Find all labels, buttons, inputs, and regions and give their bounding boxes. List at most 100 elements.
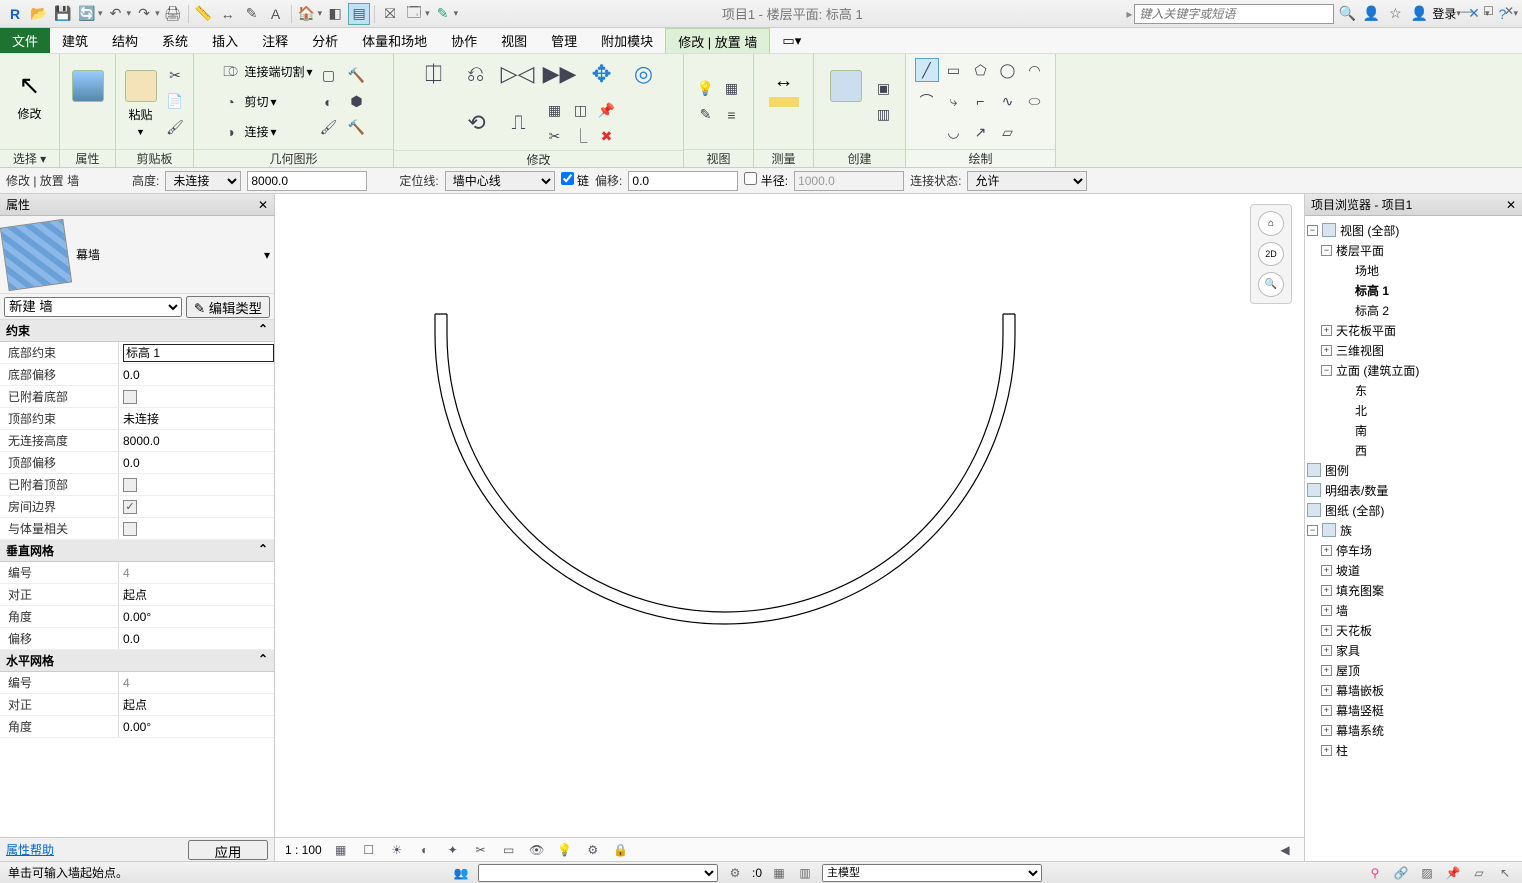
properties-button[interactable] bbox=[66, 66, 109, 138]
tree-fam-6[interactable]: +屋顶 bbox=[1307, 660, 1520, 680]
tree-level2[interactable]: 标高 2 bbox=[1307, 300, 1520, 320]
delete-icon[interactable]: ✖ bbox=[595, 124, 619, 148]
scale-icon[interactable]: ◫ bbox=[569, 98, 593, 122]
maximize-button[interactable]: ☐ bbox=[1483, 4, 1494, 18]
status-filter-icon[interactable]: ⚲ bbox=[1366, 864, 1384, 882]
draw-spline-icon[interactable]: ∿ bbox=[996, 89, 1020, 113]
mirror-draw-icon[interactable]: ▶▶ bbox=[542, 56, 578, 92]
tab-file[interactable]: 文件 bbox=[0, 28, 50, 53]
locline-select[interactable]: 墙中心线 bbox=[445, 171, 555, 191]
status-select-pinned-icon[interactable]: 📌 bbox=[1444, 864, 1462, 882]
prop-top-constraint-value[interactable]: 未连接 bbox=[118, 408, 274, 429]
open-icon[interactable]: 📂 bbox=[28, 3, 50, 25]
prop-hgrid-justify-value[interactable]: 起点 bbox=[118, 694, 274, 715]
signin-icon[interactable]: 👤 bbox=[1408, 3, 1430, 25]
prop-vgrid-justify-value[interactable]: 起点 bbox=[118, 584, 274, 605]
height-target-select[interactable]: 未连接 bbox=[165, 171, 241, 191]
join-geom-icon[interactable]: ◑ bbox=[218, 120, 242, 144]
cut-geom-icon[interactable]: ◔ bbox=[218, 90, 242, 114]
view-scale[interactable]: 1 : 100 bbox=[285, 843, 322, 857]
tree-3d-views[interactable]: +三维视图 bbox=[1307, 340, 1520, 360]
show-icon[interactable]: ≡ bbox=[720, 103, 744, 127]
split-icon[interactable]: ✂ bbox=[543, 124, 567, 148]
apply-button[interactable]: 应用 bbox=[188, 840, 268, 860]
mirror-axis-icon[interactable]: ▷◁ bbox=[500, 56, 536, 92]
tree-fam-8[interactable]: +幕墙竖梃 bbox=[1307, 700, 1520, 720]
copy-clipboard-icon[interactable]: 📄 bbox=[163, 90, 187, 114]
tree-fam-2[interactable]: +填充图案 bbox=[1307, 580, 1520, 600]
tab-analyze[interactable]: 分析 bbox=[300, 28, 350, 53]
app-menu-icon[interactable]: R bbox=[4, 3, 26, 25]
status-design-options-icon[interactable]: ▦ bbox=[770, 864, 788, 882]
reveal-constraints-icon[interactable]: 🔒 bbox=[612, 841, 630, 859]
measure-button[interactable]: ↔ bbox=[762, 66, 806, 138]
tree-elevations[interactable]: −立面 (建筑立面) bbox=[1307, 360, 1520, 380]
chain-checkbox[interactable]: 链 bbox=[561, 172, 589, 189]
create-group-icon[interactable]: ▣ bbox=[872, 77, 896, 101]
split-face-icon[interactable]: ◐ bbox=[317, 90, 341, 114]
rendering-icon[interactable]: ✦ bbox=[444, 841, 462, 859]
drawing-canvas[interactable]: ⌂ 2D 🔍 bbox=[275, 194, 1304, 837]
shadows-icon[interactable]: ◐ bbox=[416, 841, 434, 859]
switch-windows-icon[interactable]: 🗔 bbox=[403, 3, 425, 25]
move-icon[interactable]: ✥ bbox=[584, 56, 620, 92]
radius-checkbox[interactable]: 半径: bbox=[744, 172, 788, 189]
draw-line-icon[interactable]: ╱ bbox=[915, 58, 939, 82]
prop-unconn-height-value[interactable]: 8000.0 bbox=[118, 430, 274, 451]
tab-annotate[interactable]: 注释 bbox=[250, 28, 300, 53]
close-button[interactable]: ✕ bbox=[1504, 4, 1514, 18]
search-icon[interactable]: 🔍 bbox=[1336, 3, 1358, 25]
save-icon[interactable]: 💾 bbox=[52, 3, 74, 25]
text-icon[interactable]: A bbox=[265, 3, 287, 25]
status-main-model-select[interactable]: 主模型 bbox=[822, 864, 1042, 882]
tree-fam-4[interactable]: +天花板 bbox=[1307, 620, 1520, 640]
section-icon[interactable]: ◧ bbox=[324, 3, 346, 25]
draw-pick-face-icon[interactable]: ▱ bbox=[996, 121, 1020, 145]
group-select[interactable]: 选择 ▾ bbox=[0, 149, 59, 167]
nav-home-icon[interactable]: ⌂ bbox=[1258, 211, 1284, 236]
prop-top-offset-value[interactable]: 0.0 bbox=[118, 452, 274, 473]
prop-base-constraint-value[interactable] bbox=[123, 344, 274, 362]
sun-path-icon[interactable]: ☀ bbox=[388, 841, 406, 859]
hide-icon[interactable]: 💡 bbox=[694, 77, 718, 101]
paint-icon[interactable]: 🖌 bbox=[317, 116, 341, 140]
status-editable-icon[interactable]: ⚙ bbox=[726, 864, 744, 882]
tree-north[interactable]: 北 bbox=[1307, 400, 1520, 420]
height-value-input[interactable] bbox=[247, 171, 367, 191]
prop-vgrid-offset-value[interactable]: 0.0 bbox=[118, 628, 274, 649]
properties-close-icon[interactable]: ✕ bbox=[258, 198, 268, 212]
browser-close-icon[interactable]: ✕ bbox=[1506, 198, 1516, 212]
cope-icon[interactable]: ⎄ bbox=[218, 60, 242, 84]
tree-sheets[interactable]: 图纸 (全部) bbox=[1307, 500, 1520, 520]
tab-insert[interactable]: 插入 bbox=[200, 28, 250, 53]
view-scroll-left-icon[interactable]: ◀ bbox=[1276, 841, 1294, 859]
minimize-button[interactable]: — bbox=[1461, 4, 1473, 18]
tree-fam-10[interactable]: +柱 bbox=[1307, 740, 1520, 760]
create-assembly-icon[interactable]: ▥ bbox=[872, 103, 896, 127]
thin-lines-icon[interactable]: ▤ bbox=[348, 3, 370, 25]
override-icon[interactable]: ▦ bbox=[720, 77, 744, 101]
visual-style-icon[interactable]: ☐ bbox=[360, 841, 378, 859]
draw-pick-lines-icon[interactable]: ↗ bbox=[969, 121, 993, 145]
edit-type-button[interactable]: ✎ 编辑类型 bbox=[186, 296, 270, 318]
crop-region-icon[interactable]: ▭ bbox=[500, 841, 518, 859]
prop-hgrid-angle-value[interactable]: 0.00° bbox=[118, 716, 274, 737]
status-drag-icon[interactable]: ↖ bbox=[1496, 864, 1514, 882]
section-hgrid[interactable]: 水平网格⌃ bbox=[0, 650, 274, 672]
default-3d-icon[interactable]: 🏠 bbox=[296, 3, 318, 25]
draw-polygon-icon[interactable]: ⬠ bbox=[969, 58, 993, 82]
align-icon[interactable]: ⎅ bbox=[416, 56, 452, 92]
demolish-icon[interactable]: 🔨 bbox=[345, 64, 369, 88]
tree-west[interactable]: 西 bbox=[1307, 440, 1520, 460]
cut-clipboard-icon[interactable]: ✂ bbox=[163, 64, 187, 88]
hammer-icon[interactable]: 🔨 bbox=[345, 116, 369, 140]
match-type-icon[interactable]: 🖌 bbox=[163, 116, 187, 140]
nav-2d-icon[interactable]: 2D bbox=[1258, 242, 1284, 267]
favorites-icon[interactable]: ☆ bbox=[1384, 3, 1406, 25]
print-icon[interactable]: 🖨 bbox=[162, 3, 184, 25]
tag-icon[interactable]: ✎ bbox=[241, 3, 263, 25]
rotate-icon[interactable]: ⟲ bbox=[459, 105, 495, 141]
draw-partial-ellipse-icon[interactable]: ◡ bbox=[942, 121, 966, 145]
tree-south[interactable]: 南 bbox=[1307, 420, 1520, 440]
signin-label[interactable]: 登录 bbox=[1432, 5, 1456, 22]
